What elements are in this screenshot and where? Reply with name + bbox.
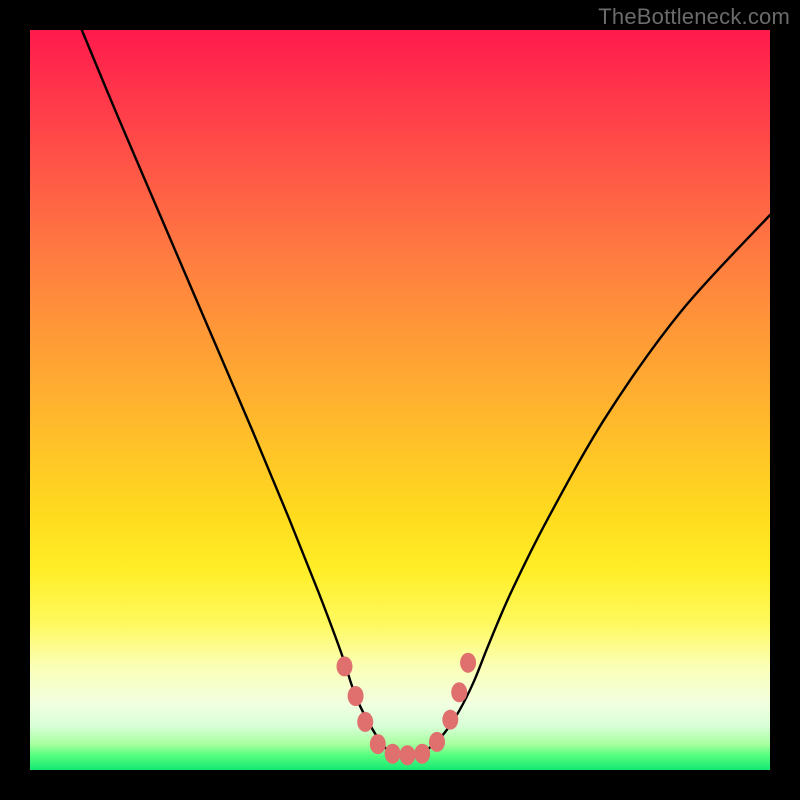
highlight-dots: [337, 653, 477, 766]
highlight-dot: [348, 686, 364, 706]
highlight-dot: [442, 710, 458, 730]
highlight-dot: [414, 744, 430, 764]
curve-layer: [30, 30, 770, 770]
highlight-dot: [370, 734, 386, 754]
highlight-dot: [451, 682, 467, 702]
chart-frame: TheBottleneck.com: [0, 0, 800, 800]
highlight-dot: [337, 656, 353, 676]
highlight-dot: [399, 745, 415, 765]
highlight-dot: [460, 653, 476, 673]
bottleneck-curve: [82, 30, 770, 756]
highlight-dot: [429, 732, 445, 752]
plot-area: [30, 30, 770, 770]
highlight-dot: [385, 744, 401, 764]
highlight-dot: [357, 712, 373, 732]
watermark-text: TheBottleneck.com: [598, 4, 790, 30]
